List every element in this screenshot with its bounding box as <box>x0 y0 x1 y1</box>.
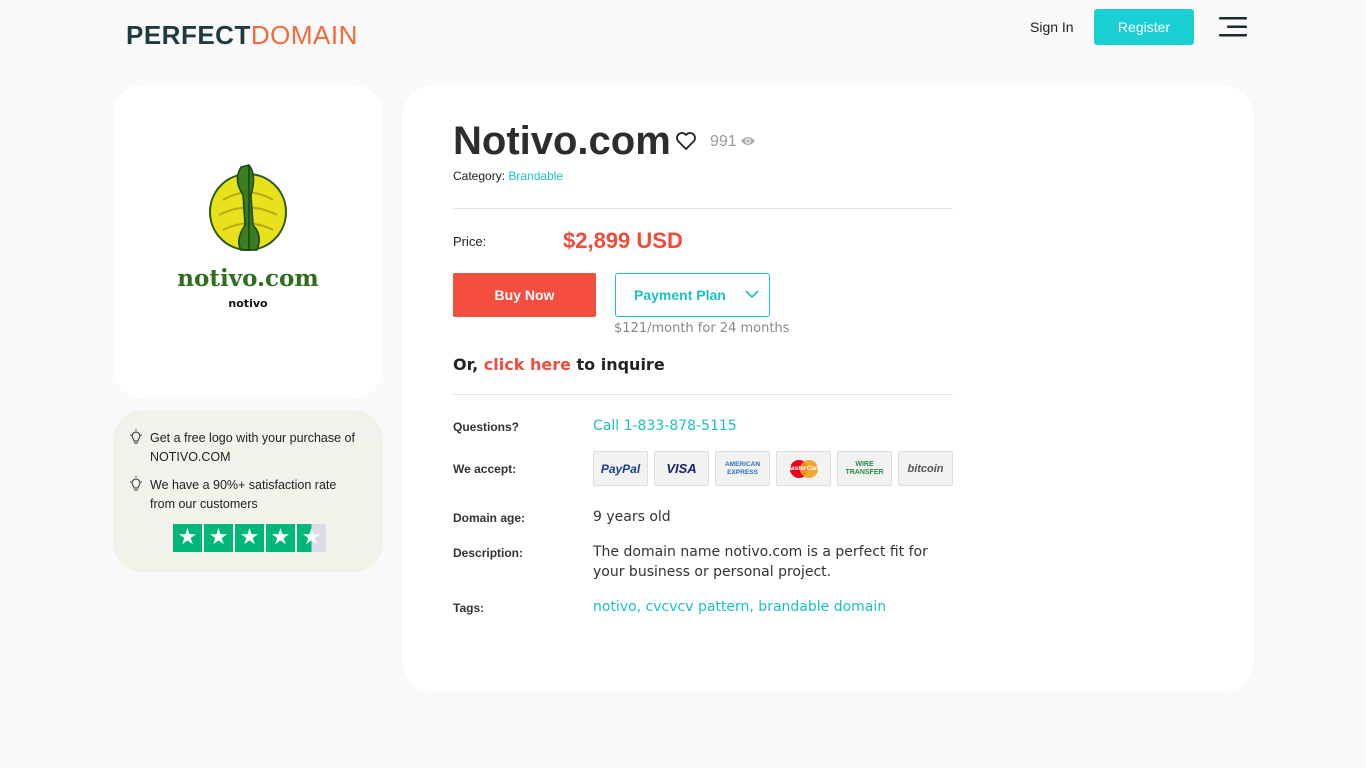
perk-text-line2: from our customers <box>150 497 258 511</box>
description-line1: The domain name notivo.com is a perfect … <box>593 544 928 560</box>
listing-card: Notivo.com 991 Category: Brandable Price… <box>403 85 1253 692</box>
category-label: Category: <box>453 169 506 183</box>
chevron-down-icon <box>745 290 759 299</box>
domain-age-label: Domain age: <box>453 511 526 525</box>
wire-transfer-icon: WIRE TRANSFER <box>837 451 892 486</box>
paypal-icon: PayPal <box>593 451 648 486</box>
mastercard-icon: MasterCard <box>776 451 831 486</box>
inquire-prefix: Or, <box>453 355 479 374</box>
lightbulb-icon <box>130 429 142 444</box>
perks-card: Get a free logo with your purchase of NOT… <box>113 410 383 572</box>
notivo-logo-image: notivo.com notivo <box>177 164 319 310</box>
payment-methods: PayPal VISA AMERICAN EXPRESS MasterCard … <box>593 451 953 486</box>
description-value: The domain name notivo.com is a perfect … <box>593 542 928 582</box>
bitcoin-icon: bitcoin <box>898 451 953 486</box>
domain-logo-card: notivo.com notivo <box>113 85 383 399</box>
logo-wordmark-text: notivo.com <box>177 265 318 292</box>
buy-now-button[interactable]: Buy Now <box>453 273 596 317</box>
category-link[interactable]: Brandable <box>508 169 563 183</box>
hamburger-menu-icon[interactable] <box>1219 16 1247 38</box>
lightbulb-icon <box>130 476 142 491</box>
sign-in-link[interactable]: Sign In <box>1030 18 1074 36</box>
divider <box>453 208 953 209</box>
trustpilot-rating: ★ ★ ★ ★ ★ <box>173 524 326 552</box>
tags-links[interactable]: notivo, cvcvcv pattern, brandable domain <box>593 597 886 617</box>
logo-part-domain: DOMAIN <box>250 20 358 50</box>
inquire-suffix: to inquire <box>576 355 665 374</box>
star-icon: ★ <box>235 524 264 552</box>
register-button[interactable]: Register <box>1094 9 1194 45</box>
amex-icon: AMERICAN EXPRESS <box>715 451 770 486</box>
accept-label: We accept: <box>453 462 517 476</box>
star-icon: ★ <box>173 524 202 552</box>
logo-part-perfect: PERFECT <box>126 20 251 50</box>
price-value: $2,899 USD <box>563 228 683 253</box>
heart-icon[interactable] <box>675 131 697 151</box>
eye-icon <box>741 137 755 145</box>
star-icon: ★ <box>204 524 233 552</box>
category-row: Category: Brandable <box>453 169 563 183</box>
star-icon: ★ <box>266 524 295 552</box>
price-label: Price: <box>453 234 487 249</box>
domain-title: Notivo.com <box>453 119 671 163</box>
inquire-row: Or, click here to inquire <box>453 355 665 374</box>
half-star-icon: ★ <box>297 524 326 552</box>
site-logo[interactable]: PERFECTDOMAIN <box>126 21 358 49</box>
inquire-link[interactable]: click here <box>484 355 571 374</box>
payment-plan-dropdown[interactable]: Payment Plan <box>615 273 770 317</box>
perk-text-line2: NOTIVO.COM <box>150 450 231 464</box>
visa-icon: VISA <box>654 451 709 486</box>
view-count: 991 <box>710 133 737 150</box>
perk-text-line1: Get a free logo with your purchase of <box>150 431 355 445</box>
tags-label: Tags: <box>453 601 485 615</box>
payment-plan-note: $121/month for 24 months <box>614 321 790 336</box>
perk-text-line1: We have a 90%+ satisfaction rate <box>150 478 337 492</box>
divider <box>453 394 953 395</box>
description-label: Description: <box>453 546 524 560</box>
description-line2: your business or personal project. <box>593 564 832 580</box>
domain-age-value: 9 years old <box>593 509 671 525</box>
phone-link[interactable]: Call 1-833-878-5115 <box>593 416 737 436</box>
questions-label: Questions? <box>453 420 520 434</box>
logo-sub-text: notivo <box>228 297 268 310</box>
payment-plan-label: Payment Plan <box>634 287 726 303</box>
